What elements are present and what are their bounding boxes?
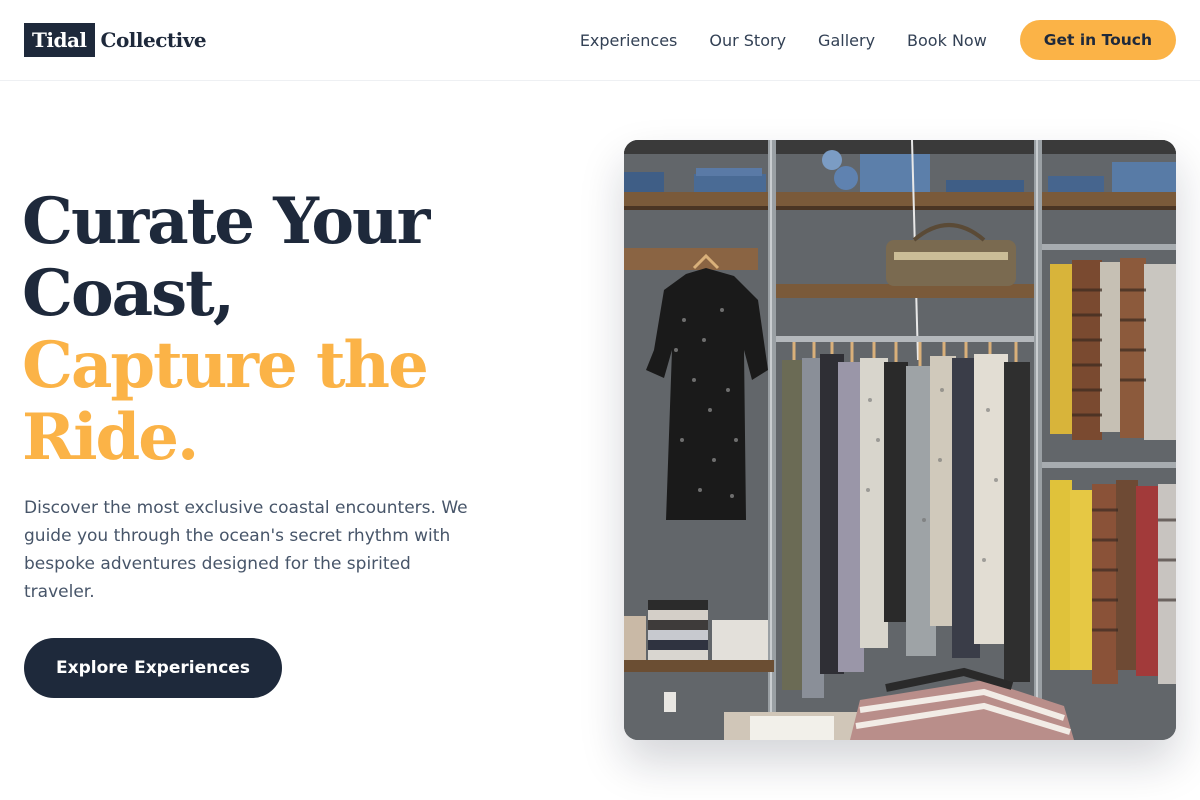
logo-wordmark: Collective xyxy=(100,28,207,52)
get-in-touch-button[interactable]: Get in Touch xyxy=(1019,20,1176,60)
hero-title-line: Curate Your xyxy=(22,184,430,259)
explore-experiences-button[interactable]: Explore Experiences xyxy=(24,638,282,698)
nav-link-our-story[interactable]: Our Story xyxy=(709,31,786,50)
brand-logo[interactable]: Tidal Collective xyxy=(24,23,207,57)
nav-link-book-now[interactable]: Book Now xyxy=(907,31,987,50)
nav-link-experiences[interactable]: Experiences xyxy=(580,31,678,50)
main-nav: Experiences Our Story Gallery Book Now G… xyxy=(580,0,1176,80)
hero-title-line: Coast, xyxy=(22,256,235,331)
hero-title-accent-line: Capture the xyxy=(22,328,429,403)
hero-image xyxy=(624,140,1176,740)
hero-title-accent-line: Ride. xyxy=(22,400,199,475)
logo-mark: Tidal xyxy=(24,23,95,57)
hero-title: Curate Your Coast, Capture the Ride. xyxy=(22,186,582,474)
clothing-rack-photo xyxy=(624,140,1176,740)
site-header: Tidal Collective Experiences Our Story G… xyxy=(0,0,1200,81)
hero-description: Discover the most exclusive coastal enco… xyxy=(24,498,468,602)
nav-link-gallery[interactable]: Gallery xyxy=(818,31,875,50)
